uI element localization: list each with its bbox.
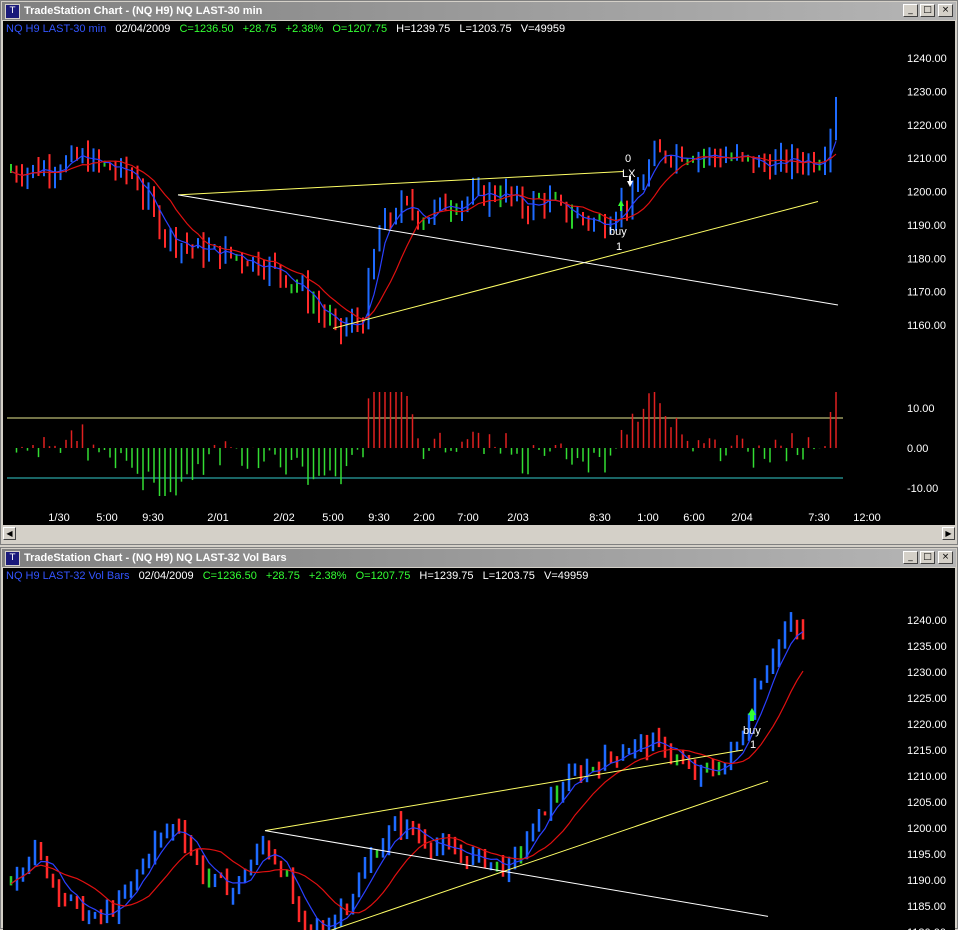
minimize-icon: _ — [908, 5, 913, 15]
price-axis-label: 1160.00 — [907, 320, 946, 332]
trendline-upper — [264, 749, 744, 832]
annotation-one: 1 — [750, 739, 756, 751]
price-axis-label: 1240.00 — [907, 53, 947, 65]
scroll-right-button[interactable]: ▶ — [942, 527, 955, 540]
price-axis-label: 1200.00 — [907, 187, 947, 199]
time-axis-label: 8:30 — [589, 512, 610, 524]
trendline-white — [177, 194, 839, 306]
price-axis-label: 1170.00 — [907, 287, 946, 299]
chart-plot-area[interactable]: NQ H9 LAST-30 min 02/04/2009 C=1236.50 +… — [3, 21, 955, 525]
annotation-zero: 0 — [625, 153, 631, 165]
close-icon: × — [941, 5, 950, 15]
time-axis-label: 7:30 — [808, 512, 829, 524]
chart-window-30min: T TradeStation Chart - (NQ H9) NQ LAST-3… — [0, 0, 958, 545]
maximize-button[interactable]: □ — [920, 4, 935, 17]
title-bar[interactable]: T TradeStation Chart - (NQ H9) NQ LAST-3… — [2, 2, 956, 20]
osc-axis-label: -10.00 — [907, 483, 938, 495]
price-axis-label: 1195.00 — [907, 849, 946, 861]
slow-moving-average — [10, 670, 804, 914]
time-axis-label: 6:00 — [683, 512, 704, 524]
price-axis-label: 1185.00 — [907, 901, 946, 913]
price-axis-label: 1220.00 — [907, 120, 947, 132]
time-axis-label: 1:00 — [637, 512, 658, 524]
minimize-icon: _ — [908, 552, 913, 562]
close-button[interactable]: × — [938, 551, 953, 564]
time-axis-label: 1/30 — [48, 512, 69, 524]
price-axis-label: 1210.00 — [907, 771, 947, 783]
window-title: TradeStation Chart - (NQ H9) NQ LAST-30 … — [24, 5, 263, 17]
time-axis-label: 2/04 — [731, 512, 752, 524]
time-axis-label: 12:00 — [853, 512, 881, 524]
minimize-button[interactable]: _ — [903, 551, 918, 564]
slow-moving-average — [10, 153, 837, 321]
price-axis-label: 1200.00 — [907, 823, 947, 835]
time-axis-label: 2:00 — [413, 512, 434, 524]
arrow-left-icon: ◀ — [6, 529, 13, 538]
time-axis-label: 2/02 — [273, 512, 294, 524]
minimize-button[interactable]: _ — [903, 4, 918, 17]
close-icon: × — [941, 552, 950, 562]
time-axis-label: 2/03 — [507, 512, 528, 524]
price-axis-label: 1230.00 — [907, 667, 947, 679]
price-axis-label: 1205.00 — [907, 797, 947, 809]
trendline-lower — [330, 780, 769, 930]
window-title: TradeStation Chart - (NQ H9) NQ LAST-32 … — [24, 552, 287, 564]
buy-arrow-icon — [618, 200, 624, 211]
annotation-buy: buy — [609, 226, 627, 238]
maximize-icon: □ — [923, 552, 932, 562]
close-button[interactable]: × — [938, 4, 953, 17]
price-axis-label: 1240.00 — [907, 615, 947, 627]
price-chart-vol-bars[interactable]: buy 1 1240.00 1235.00 1230.00 1225.00 1220.00 1… — [3, 568, 955, 930]
price-axis-label: 1225.00 — [907, 693, 947, 705]
chart-plot-area[interactable]: NQ H9 LAST-32 Vol Bars 02/04/2009 C=1236… — [3, 568, 955, 930]
time-axis-label: 2/01 — [207, 512, 228, 524]
fast-moving-average — [10, 141, 837, 326]
price-axis-label: 1230.00 — [907, 86, 947, 98]
osc-axis-label: 0.00 — [907, 443, 928, 455]
arrow-right-icon: ▶ — [945, 529, 952, 538]
price-chart-30min[interactable]: 0LXbuy11240.001230.001220.001210.001200.… — [3, 21, 955, 525]
price-axis-label: 1215.00 — [907, 745, 947, 757]
chart-window-vol-bars: T TradeStation Chart - (NQ H9) NQ LAST-3… — [0, 547, 958, 930]
price-axis-label: 1190.00 — [907, 875, 946, 887]
time-axis-label: 5:00 — [322, 512, 343, 524]
scroll-left-button[interactable]: ◀ — [3, 527, 16, 540]
price-axis-label: 1235.00 — [907, 641, 947, 653]
tradestation-app-icon[interactable]: T — [5, 4, 20, 19]
price-axis-label: 1220.00 — [907, 719, 947, 731]
trendline-lower — [332, 201, 819, 329]
time-axis-label: 7:00 — [457, 512, 478, 524]
osc-axis-label: 10.00 — [907, 403, 935, 415]
horizontal-scrollbar[interactable]: ◀ ▶ — [3, 527, 955, 540]
annotation-buy: buy — [743, 725, 761, 737]
time-axis-label: 5:00 — [96, 512, 117, 524]
price-axis-label: 1210.00 — [907, 153, 947, 165]
time-axis-label: 9:30 — [142, 512, 163, 524]
maximize-icon: □ — [923, 5, 932, 15]
title-bar[interactable]: T TradeStation Chart - (NQ H9) NQ LAST-3… — [2, 549, 956, 567]
price-axis-label: 1190.00 — [907, 220, 946, 232]
maximize-button[interactable]: □ — [920, 551, 935, 564]
annotation-one: 1 — [616, 241, 622, 253]
price-axis-label: 1180.00 — [907, 253, 946, 265]
time-axis-label: 9:30 — [368, 512, 389, 524]
tradestation-app-icon[interactable]: T — [5, 551, 20, 566]
